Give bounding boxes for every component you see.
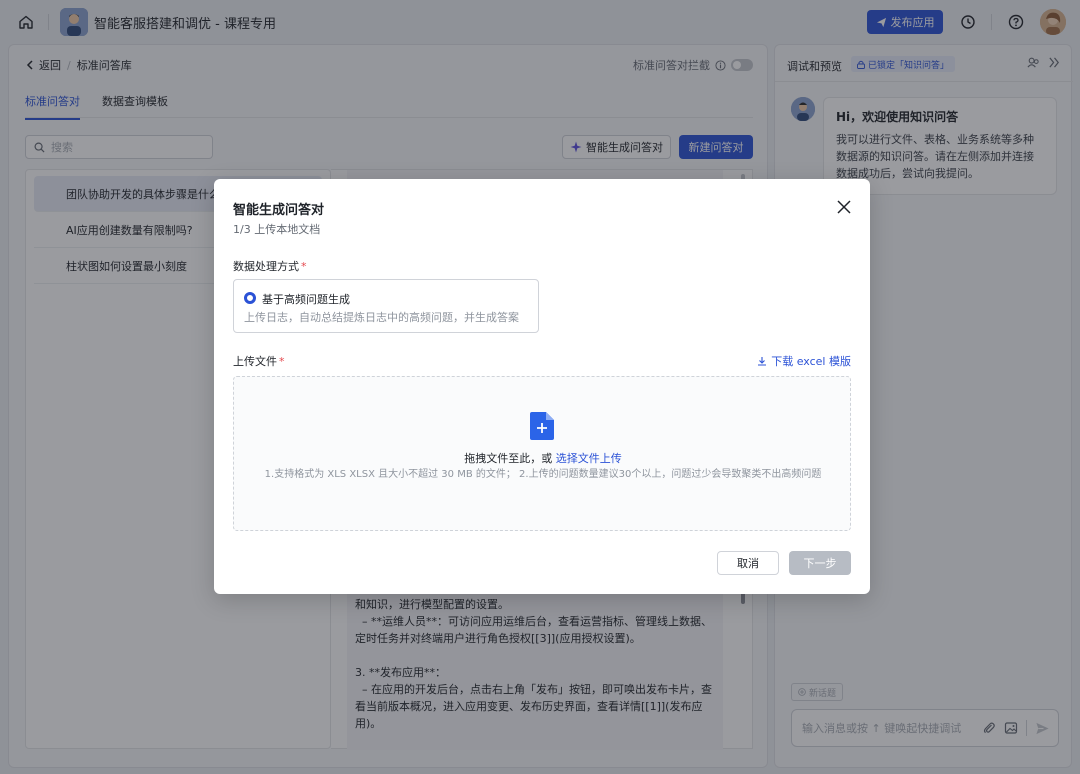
drop-text: 拖拽文件至此，或 <box>464 452 556 465</box>
next-step-button[interactable]: 下一步 <box>789 551 851 575</box>
required-mark: * <box>301 260 307 273</box>
upload-file-label: 上传文件 * <box>233 353 285 369</box>
file-dropzone[interactable]: 拖拽文件至此，或 选择文件上传 1.支持格式为 XLS XLSX 且大小不超过 … <box>233 376 851 531</box>
drop-hint: 1.支持格式为 XLS XLSX 且大小不超过 30 MB 的文件； 2.上传的… <box>264 469 822 480</box>
mode-option-desc: 上传日志，自动总结提炼日志中的高频问题，并生成答案 <box>244 311 519 324</box>
mode-option-high-frequency[interactable]: 基于高频问题生成 上传日志，自动总结提炼日志中的高频问题，并生成答案 <box>233 279 539 333</box>
required-mark: * <box>279 355 285 368</box>
drop-instruction: 拖拽文件至此，或 选择文件上传 <box>234 450 852 466</box>
file-plus-icon <box>530 412 554 440</box>
download-template-link[interactable]: 下载 excel 模版 <box>757 353 851 369</box>
close-icon[interactable] <box>836 199 852 215</box>
dialog-title: 智能生成问答对 <box>233 203 325 218</box>
ai-generate-qa-dialog: 智能生成问答对 1/3 上传本地文档 数据处理方式 * 基于高频问题生成 上传日志… <box>214 179 870 594</box>
select-file-link[interactable]: 选择文件上传 <box>556 452 622 465</box>
upload-file-label-text: 上传文件 <box>233 355 277 368</box>
cancel-button[interactable]: 取消 <box>717 551 779 575</box>
download-template-label: 下载 excel 模版 <box>771 355 851 368</box>
download-icon <box>758 357 767 366</box>
dialog-step: 1/3 上传本地文档 <box>233 223 321 236</box>
processing-mode-label: 数据处理方式 * <box>233 258 307 274</box>
processing-mode-label-text: 数据处理方式 <box>233 260 299 273</box>
mode-radio[interactable] <box>244 292 256 304</box>
mode-option-title: 基于高频问题生成 <box>262 293 350 306</box>
